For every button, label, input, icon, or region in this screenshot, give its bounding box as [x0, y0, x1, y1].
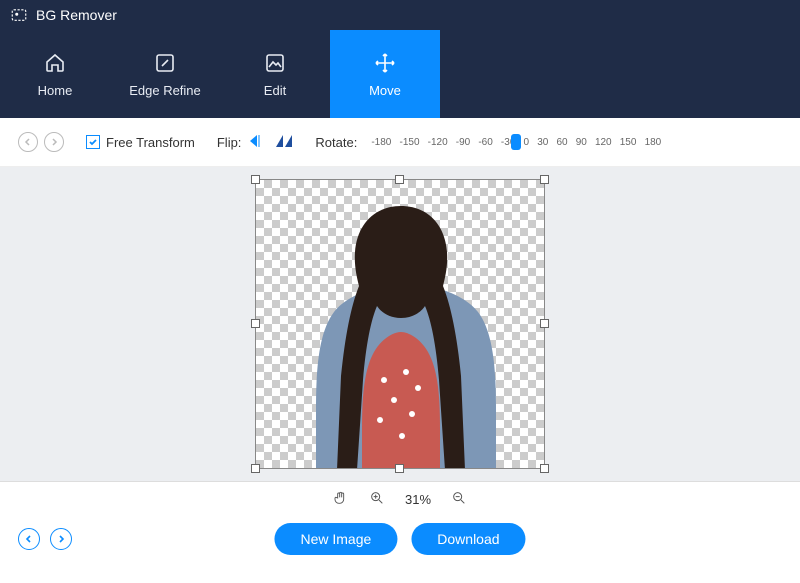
tick: 90 [576, 137, 587, 148]
titlebar: BG Remover [0, 0, 800, 30]
redo-icon [49, 137, 59, 147]
tick: -90 [456, 137, 470, 148]
canvas-area[interactable] [0, 167, 800, 481]
flip-horizontal-button[interactable] [249, 133, 267, 152]
tab-move[interactable]: Move [330, 30, 440, 118]
zoom-out-icon [451, 490, 467, 506]
tab-move-label: Move [369, 83, 401, 98]
tab-home-label: Home [38, 83, 73, 98]
pan-hand-button[interactable] [333, 490, 349, 509]
tab-edit-label: Edit [264, 83, 286, 98]
zoom-in-icon [369, 490, 385, 506]
app-logo-icon [10, 6, 28, 24]
resize-handle-tl[interactable] [251, 175, 260, 184]
tab-edit[interactable]: Edit [220, 30, 330, 118]
tab-home[interactable]: Home [0, 30, 110, 118]
zoom-percent: 31% [405, 492, 431, 507]
download-button[interactable]: Download [411, 523, 525, 555]
flip-label: Flip: [217, 135, 242, 150]
flip-horizontal-icon [249, 133, 267, 149]
resize-handle-t[interactable] [395, 175, 404, 184]
undo-icon [23, 137, 33, 147]
edit-icon [263, 51, 287, 75]
tick: -150 [399, 137, 419, 148]
tick: 150 [620, 137, 637, 148]
resize-handle-l[interactable] [251, 319, 260, 328]
zoom-in-button[interactable] [369, 490, 385, 509]
home-icon [43, 51, 67, 75]
resize-handle-r[interactable] [540, 319, 549, 328]
undo-button[interactable] [18, 132, 38, 152]
flip-vertical-icon [275, 133, 293, 149]
edge-refine-icon [153, 51, 177, 75]
rotate-label: Rotate: [315, 135, 357, 150]
tick: 120 [595, 137, 612, 148]
tick: 60 [556, 137, 567, 148]
zoom-bar: 31% [0, 481, 800, 517]
resize-handle-tr[interactable] [540, 175, 549, 184]
flip-vertical-button[interactable] [275, 133, 293, 152]
chevron-left-icon [24, 534, 34, 544]
footer: New Image Download [0, 517, 800, 561]
free-transform-label: Free Transform [106, 135, 195, 150]
tab-edge-refine-label: Edge Refine [129, 83, 201, 98]
resize-handle-br[interactable] [540, 464, 549, 473]
tabs: Home Edge Refine Edit Move [0, 30, 800, 118]
tab-edge-refine[interactable]: Edge Refine [110, 30, 220, 118]
check-icon [88, 137, 98, 147]
tick: -180 [371, 137, 391, 148]
move-toolbar: Free Transform Flip: Rotate: -180 -150 -… [0, 118, 800, 167]
subject-image[interactable] [256, 180, 544, 468]
new-image-button[interactable]: New Image [274, 523, 397, 555]
tick: 0 [524, 137, 530, 148]
tick: 180 [645, 137, 662, 148]
tick: -120 [428, 137, 448, 148]
zoom-out-button[interactable] [451, 490, 467, 509]
hand-icon [333, 490, 349, 506]
chevron-right-icon [56, 534, 66, 544]
app-title: BG Remover [36, 7, 117, 23]
move-icon [373, 51, 397, 75]
prev-step-button[interactable] [18, 528, 40, 550]
tick: 30 [537, 137, 548, 148]
free-transform-checkbox[interactable]: Free Transform [86, 135, 195, 150]
next-step-button[interactable] [50, 528, 72, 550]
redo-button[interactable] [44, 132, 64, 152]
transform-bounding-box[interactable] [255, 179, 545, 469]
resize-handle-b[interactable] [395, 464, 404, 473]
tick: -60 [478, 137, 492, 148]
resize-handle-bl[interactable] [251, 464, 260, 473]
rotate-slider[interactable]: -180 -150 -120 -90 -60 -30 0 30 60 90 12… [371, 137, 661, 148]
rotate-slider-handle[interactable] [511, 134, 521, 150]
